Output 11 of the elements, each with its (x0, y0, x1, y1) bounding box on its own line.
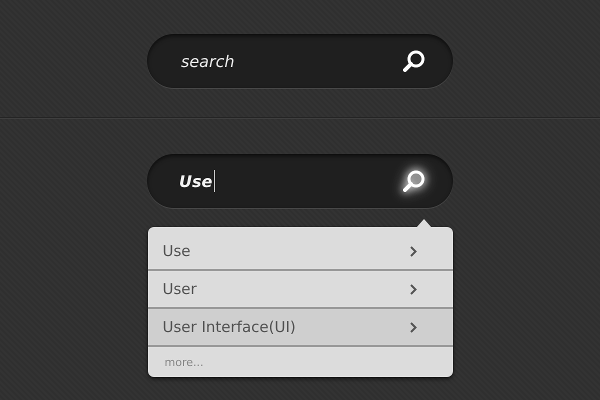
search-icon[interactable] (401, 168, 427, 194)
suggestion-item[interactable]: Use (148, 233, 452, 271)
chevron-right-icon (410, 322, 416, 332)
suggestion-item[interactable]: User (148, 271, 452, 309)
search-field[interactable]: search (147, 34, 453, 88)
search-input[interactable]: search (179, 50, 401, 72)
chevron-right-icon (410, 284, 416, 294)
chevron-right-icon (410, 246, 416, 256)
suggestion-item[interactable]: User Interface(UI) (148, 309, 452, 347)
search-field[interactable]: Use (147, 154, 453, 208)
search-icon[interactable] (401, 48, 427, 74)
